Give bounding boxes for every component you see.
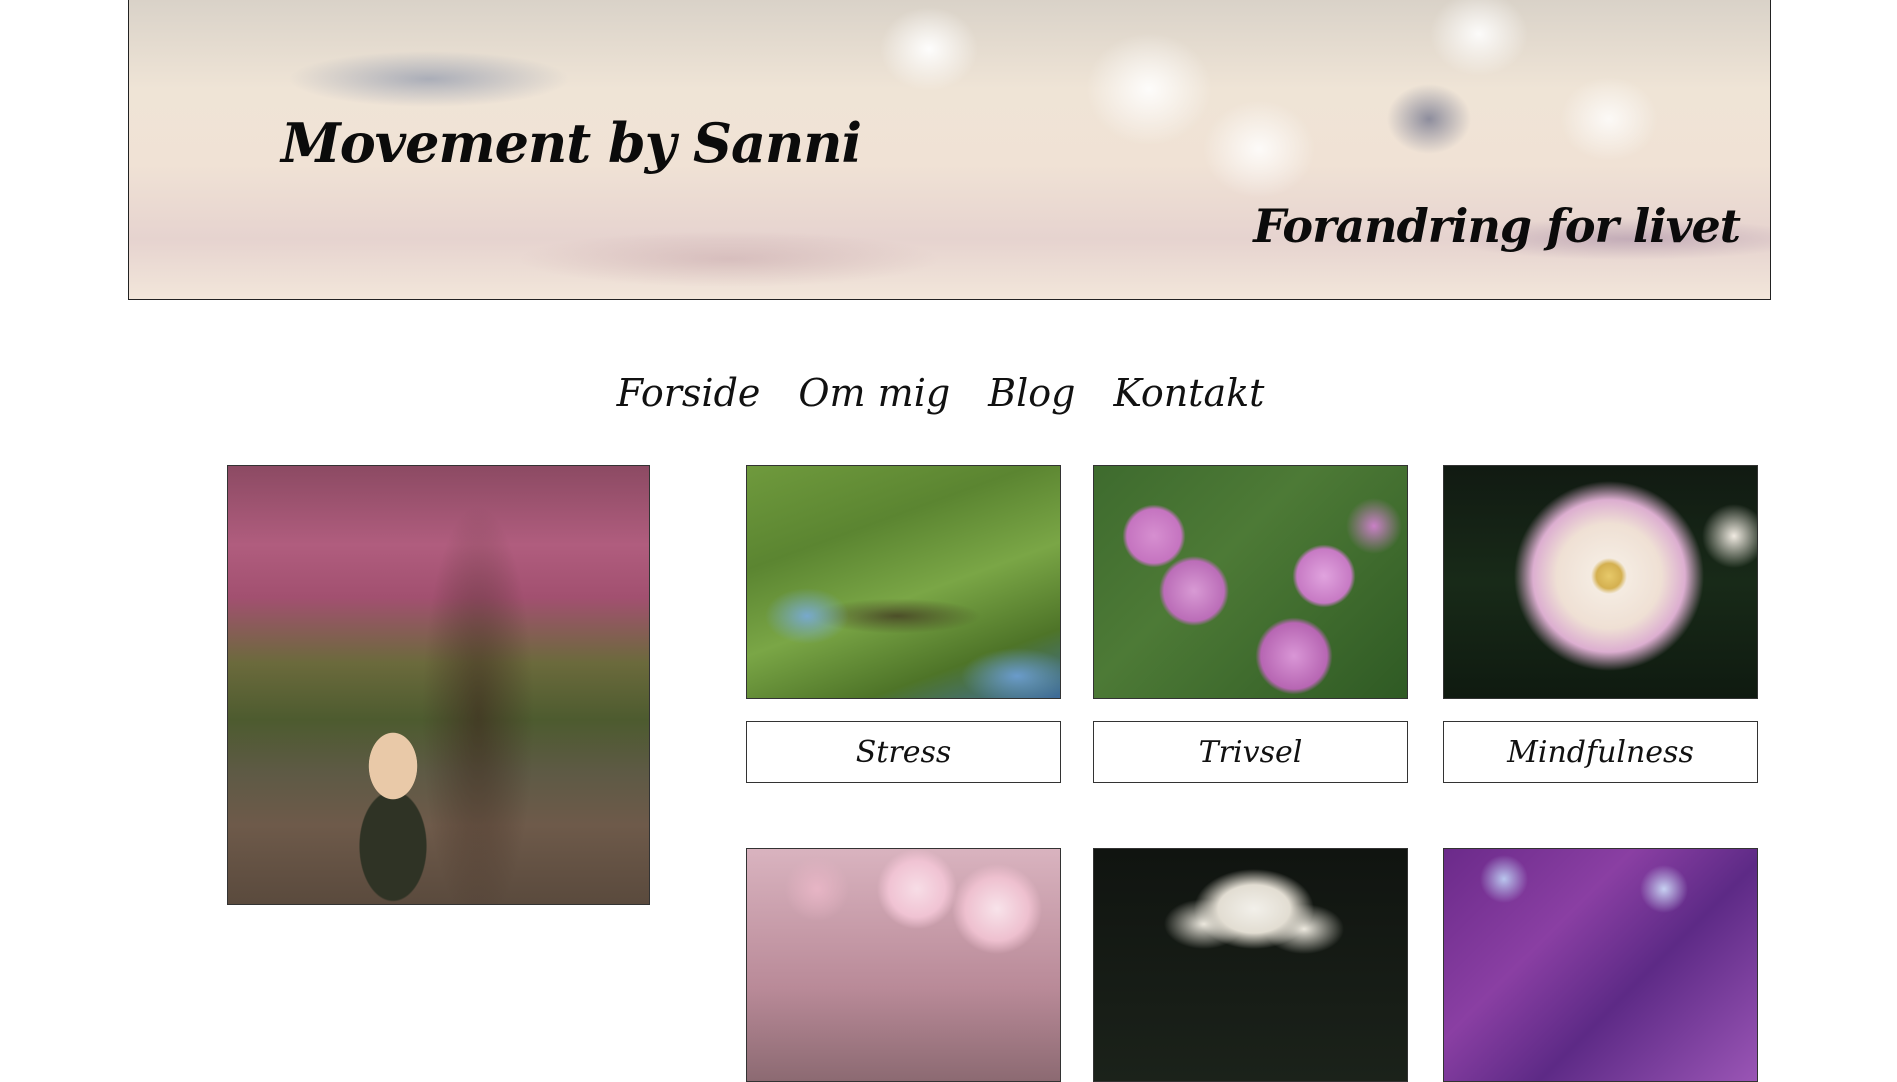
stress-image[interactable] xyxy=(746,465,1061,699)
trivsel-image[interactable] xyxy=(1093,465,1408,699)
nav-item-kontakt[interactable]: Kontakt xyxy=(1113,368,1264,418)
nav-item-blog[interactable]: Blog xyxy=(988,368,1075,418)
mindfulness-image[interactable] xyxy=(1443,465,1758,699)
main-nav: Forside Om mig Blog Kontakt xyxy=(0,368,1889,418)
nav-item-forside[interactable]: Forside xyxy=(617,368,761,418)
stress-button[interactable]: Stress xyxy=(746,721,1061,783)
site-title[interactable]: Movement by Sanni xyxy=(281,111,862,175)
nav-item-om-mig[interactable]: Om mig xyxy=(798,368,950,418)
lily-image[interactable] xyxy=(1093,848,1408,1082)
blossom-image[interactable] xyxy=(746,848,1061,1082)
mindfulness-button[interactable]: Mindfulness xyxy=(1443,721,1758,783)
portrait-photo xyxy=(227,465,650,905)
hero-banner: Movement by Sanni Forandring for livet xyxy=(128,0,1771,300)
purple-blossom-image[interactable] xyxy=(1443,848,1758,1082)
site-tagline: Forandring for livet xyxy=(1253,199,1741,253)
trivsel-button[interactable]: Trivsel xyxy=(1093,721,1408,783)
